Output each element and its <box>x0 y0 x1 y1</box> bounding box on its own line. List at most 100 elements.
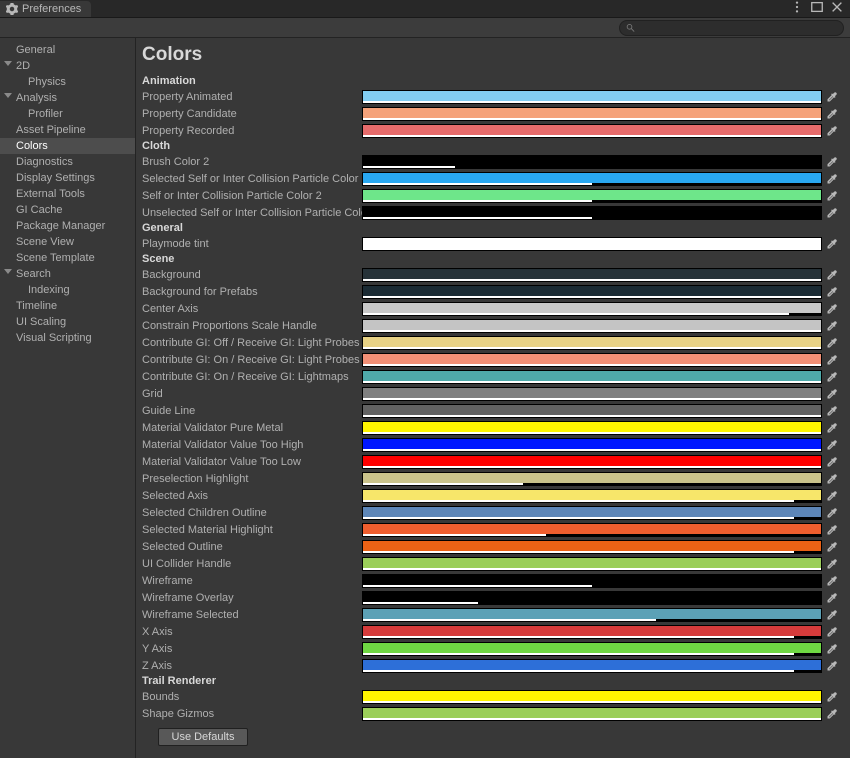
color-swatch[interactable] <box>362 690 822 704</box>
color-swatch[interactable] <box>362 540 822 554</box>
eyedropper-icon[interactable] <box>824 107 840 121</box>
color-swatch[interactable] <box>362 268 822 282</box>
use-defaults-button[interactable]: Use Defaults <box>158 728 248 746</box>
color-swatch[interactable] <box>362 107 822 121</box>
sidebar-item-scene-view[interactable]: Scene View <box>0 234 135 250</box>
color-swatch[interactable] <box>362 370 822 384</box>
color-swatch[interactable] <box>362 155 822 169</box>
sidebar-item-diagnostics[interactable]: Diagnostics <box>0 154 135 170</box>
eyedropper-icon[interactable] <box>824 268 840 282</box>
eyedropper-icon[interactable] <box>824 319 840 333</box>
eyedropper-icon[interactable] <box>824 353 840 367</box>
color-swatch[interactable] <box>362 608 822 622</box>
eyedropper-icon[interactable] <box>824 172 840 186</box>
color-swatch[interactable] <box>362 302 822 316</box>
color-swatch[interactable] <box>362 489 822 503</box>
color-row: Background <box>140 266 840 283</box>
color-swatch[interactable] <box>362 172 822 186</box>
color-swatch[interactable] <box>362 189 822 203</box>
eyedropper-icon[interactable] <box>824 302 840 316</box>
eyedropper-icon[interactable] <box>824 625 840 639</box>
eyedropper-icon[interactable] <box>824 642 840 656</box>
eyedropper-icon[interactable] <box>824 506 840 520</box>
color-swatch[interactable] <box>362 557 822 571</box>
sidebar-item-indexing[interactable]: Indexing <box>0 282 135 298</box>
color-swatch[interactable] <box>362 353 822 367</box>
eyedropper-icon[interactable] <box>824 387 840 401</box>
color-swatch[interactable] <box>362 124 822 138</box>
window-tab[interactable]: Preferences <box>0 1 91 17</box>
sidebar-item-2d[interactable]: 2D <box>0 58 135 74</box>
sidebar-item-package-manager[interactable]: Package Manager <box>0 218 135 234</box>
color-swatch[interactable] <box>362 336 822 350</box>
color-label: UI Collider Handle <box>140 558 362 570</box>
sidebar-item-external-tools[interactable]: External Tools <box>0 186 135 202</box>
eyedropper-icon[interactable] <box>824 608 840 622</box>
sidebar-item-label: External Tools <box>16 188 85 200</box>
kebab-menu-icon[interactable] <box>790 0 804 17</box>
color-swatch[interactable] <box>362 421 822 435</box>
color-swatch[interactable] <box>362 90 822 104</box>
color-swatch[interactable] <box>362 642 822 656</box>
eyedropper-icon[interactable] <box>824 189 840 203</box>
eyedropper-icon[interactable] <box>824 540 840 554</box>
eyedropper-icon[interactable] <box>824 438 840 452</box>
sidebar-item-colors[interactable]: Colors <box>0 138 135 154</box>
sidebar-item-scene-template[interactable]: Scene Template <box>0 250 135 266</box>
color-swatch[interactable] <box>362 387 822 401</box>
eyedropper-icon[interactable] <box>824 285 840 299</box>
eyedropper-icon[interactable] <box>824 455 840 469</box>
sidebar-item-search[interactable]: Search <box>0 266 135 282</box>
maximize-icon[interactable] <box>810 0 824 17</box>
color-row: Z Axis <box>140 657 840 674</box>
sidebar-item-display-settings[interactable]: Display Settings <box>0 170 135 186</box>
color-swatch[interactable] <box>362 285 822 299</box>
color-swatch[interactable] <box>362 574 822 588</box>
close-icon[interactable] <box>830 0 844 17</box>
eyedropper-icon[interactable] <box>824 90 840 104</box>
color-swatch[interactable] <box>362 455 822 469</box>
eyedropper-icon[interactable] <box>824 707 840 721</box>
sidebar-item-asset-pipeline[interactable]: Asset Pipeline <box>0 122 135 138</box>
color-swatch[interactable] <box>362 591 822 605</box>
eyedropper-icon[interactable] <box>824 523 840 537</box>
eyedropper-icon[interactable] <box>824 206 840 220</box>
sidebar-item-general[interactable]: General <box>0 42 135 58</box>
sidebar-item-visual-scripting[interactable]: Visual Scripting <box>0 330 135 346</box>
eyedropper-icon[interactable] <box>824 404 840 418</box>
eyedropper-icon[interactable] <box>824 336 840 350</box>
color-swatch[interactable] <box>362 319 822 333</box>
search-field[interactable] <box>619 20 844 36</box>
sidebar-item-ui-scaling[interactable]: UI Scaling <box>0 314 135 330</box>
eyedropper-icon[interactable] <box>824 370 840 384</box>
eyedropper-icon[interactable] <box>824 591 840 605</box>
search-input[interactable] <box>639 22 837 34</box>
eyedropper-icon[interactable] <box>824 237 840 251</box>
eyedropper-icon[interactable] <box>824 124 840 138</box>
eyedropper-icon[interactable] <box>824 421 840 435</box>
color-swatch[interactable] <box>362 659 822 673</box>
color-swatch[interactable] <box>362 206 822 220</box>
sidebar-item-physics[interactable]: Physics <box>0 74 135 90</box>
sidebar-item-timeline[interactable]: Timeline <box>0 298 135 314</box>
eyedropper-icon[interactable] <box>824 472 840 486</box>
color-swatch[interactable] <box>362 472 822 486</box>
eyedropper-icon[interactable] <box>824 557 840 571</box>
sidebar-item-analysis[interactable]: Analysis <box>0 90 135 106</box>
color-swatch[interactable] <box>362 237 822 251</box>
sidebar-item-gi-cache[interactable]: GI Cache <box>0 202 135 218</box>
sidebar-item-profiler[interactable]: Profiler <box>0 106 135 122</box>
color-swatch[interactable] <box>362 523 822 537</box>
color-swatch[interactable] <box>362 404 822 418</box>
color-swatch[interactable] <box>362 707 822 721</box>
eyedropper-icon[interactable] <box>824 489 840 503</box>
color-swatch[interactable] <box>362 625 822 639</box>
eyedropper-icon[interactable] <box>824 659 840 673</box>
color-swatch[interactable] <box>362 438 822 452</box>
eyedropper-icon[interactable] <box>824 690 840 704</box>
color-label: Brush Color 2 <box>140 156 362 168</box>
eyedropper-icon[interactable] <box>824 155 840 169</box>
eyedropper-icon[interactable] <box>824 574 840 588</box>
color-row: Wireframe Overlay <box>140 589 840 606</box>
color-swatch[interactable] <box>362 506 822 520</box>
